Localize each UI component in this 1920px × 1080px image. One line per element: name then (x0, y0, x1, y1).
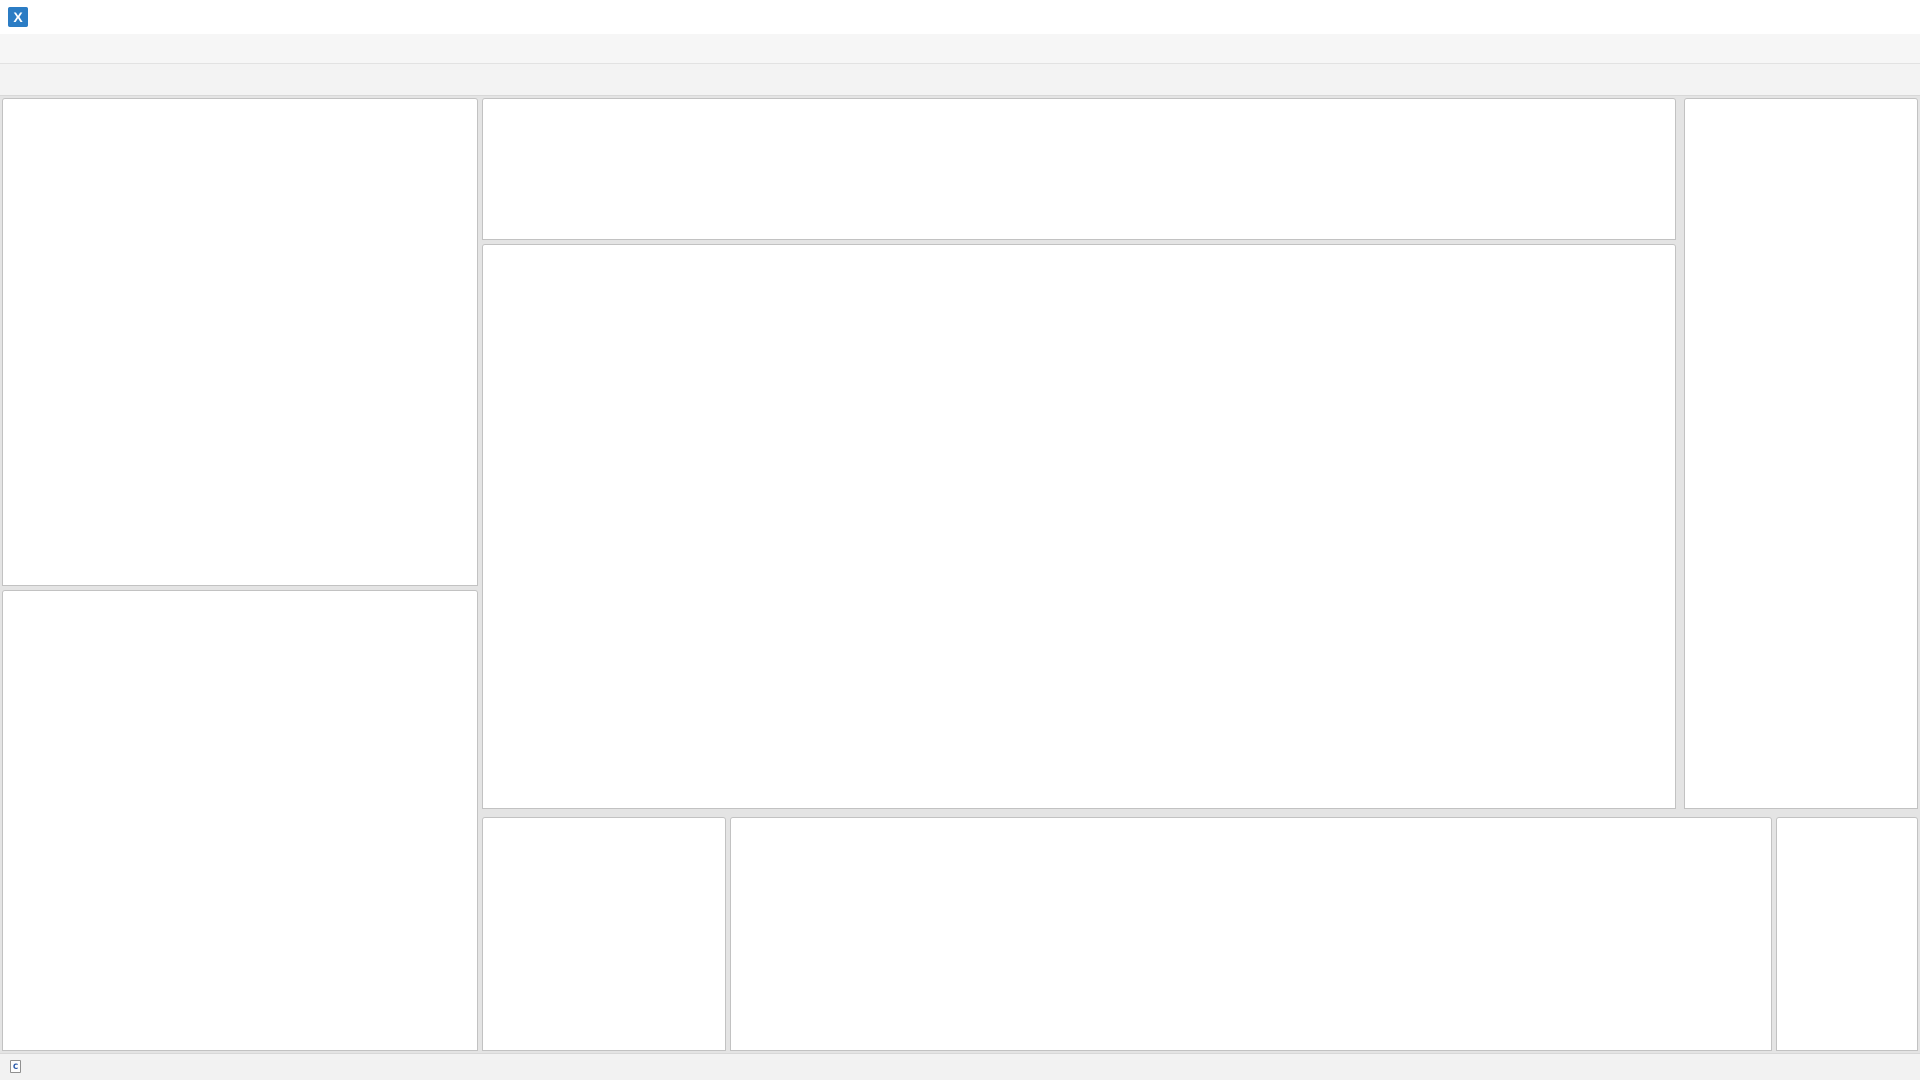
heap-stack-view (1776, 817, 1918, 1051)
quickstart-panel-view (2, 590, 478, 1051)
window-controls (1782, 0, 1920, 34)
statusbar (0, 1053, 1920, 1080)
statusbar-target (1720, 1054, 1725, 1080)
console-view (730, 817, 1772, 1051)
maximize-button[interactable] (1828, 0, 1874, 34)
close-button[interactable] (1874, 0, 1920, 34)
menubar (0, 34, 1920, 64)
properties-view (482, 817, 726, 1051)
debug-view (482, 98, 1676, 240)
outline-view (1684, 98, 1918, 809)
app-logo-icon (8, 7, 28, 27)
mcuxpresso-ide-window: { "titlebar": { "title": "mcux_workspace… (0, 0, 1920, 1080)
workbench (0, 96, 1920, 1053)
minimize-button[interactable] (1782, 0, 1828, 34)
project-explorer-view (2, 98, 478, 586)
titlebar (0, 0, 1920, 34)
main-toolbar (0, 64, 1920, 96)
file-icon (8, 1059, 24, 1075)
editor-area (482, 244, 1676, 809)
